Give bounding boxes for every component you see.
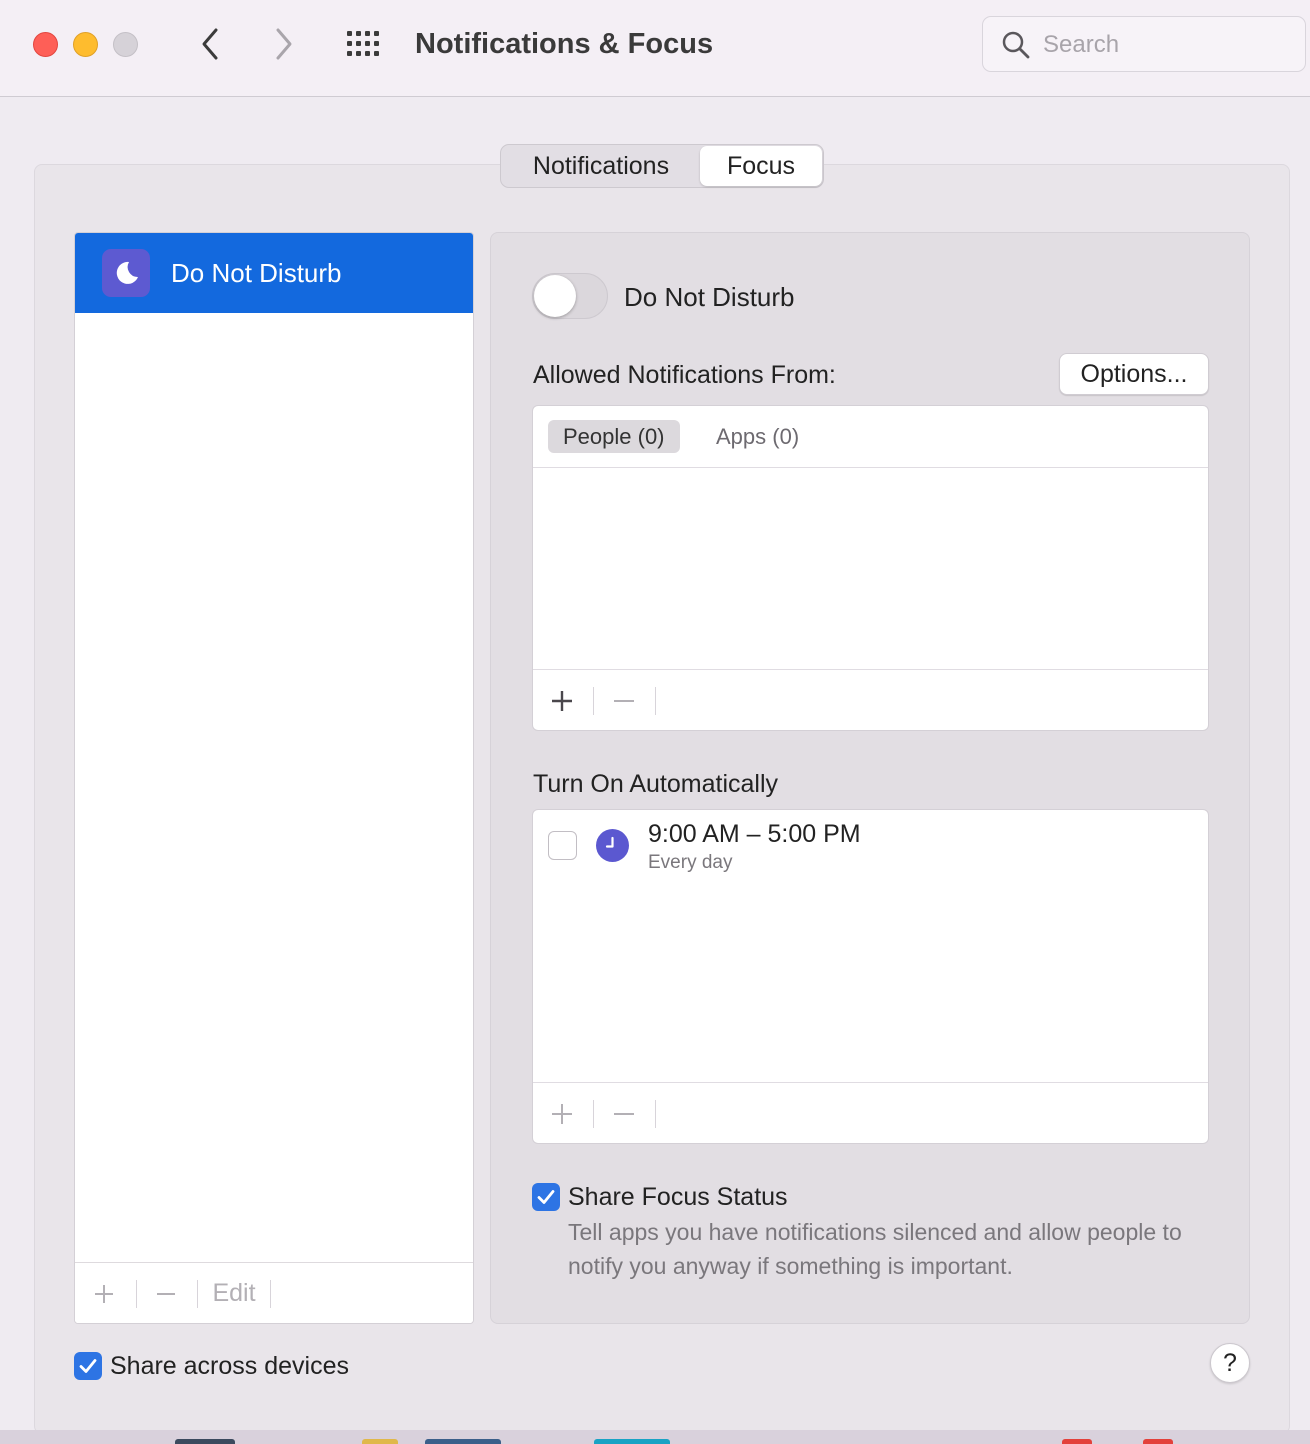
allowed-notifications-label: Allowed Notifications From: bbox=[533, 361, 836, 389]
grid-icon bbox=[347, 31, 379, 56]
focus-list: Do Not Disturb Edit bbox=[74, 232, 474, 1324]
plus-icon bbox=[552, 1103, 572, 1124]
tab-focus[interactable]: Focus bbox=[700, 146, 822, 186]
plus-icon bbox=[552, 690, 572, 711]
clock-icon bbox=[596, 829, 629, 862]
focus-item-do-not-disturb[interactable]: Do Not Disturb bbox=[75, 233, 473, 313]
tab-notifications[interactable]: Notifications bbox=[502, 146, 700, 186]
title-bar: Notifications & Focus bbox=[0, 0, 1310, 97]
toolbar-divider bbox=[136, 1280, 137, 1308]
search-field[interactable] bbox=[982, 16, 1306, 72]
allowed-subtabs: People (0) Apps (0) bbox=[533, 406, 1208, 468]
chevron-right-icon bbox=[276, 28, 292, 60]
remove-focus-button[interactable] bbox=[149, 1263, 183, 1323]
chevron-left-icon bbox=[202, 28, 218, 60]
share-focus-status-description: Tell apps you have notifications silence… bbox=[568, 1219, 1182, 1279]
forward-button[interactable] bbox=[266, 24, 302, 64]
allowed-toolbar bbox=[533, 669, 1208, 730]
help-button[interactable]: ? bbox=[1210, 1343, 1250, 1383]
minus-icon bbox=[614, 699, 634, 702]
window-title: Notifications & Focus bbox=[415, 28, 714, 60]
dock-app-icon[interactable] bbox=[1143, 1439, 1173, 1444]
toolbar-divider bbox=[655, 687, 656, 715]
dock-app-icon[interactable] bbox=[594, 1439, 670, 1444]
zoom-window-button[interactable] bbox=[113, 32, 138, 57]
minimize-window-button[interactable] bbox=[73, 32, 98, 57]
focus-list-toolbar: Edit bbox=[75, 1262, 473, 1323]
clock-hands-icon bbox=[605, 836, 614, 848]
share-focus-status-checkbox[interactable] bbox=[532, 1183, 560, 1211]
remove-allowed-button[interactable] bbox=[607, 670, 641, 730]
add-allowed-button[interactable] bbox=[545, 670, 579, 730]
edit-focus-button[interactable]: Edit bbox=[209, 1263, 259, 1323]
focus-icon-badge bbox=[102, 249, 150, 297]
show-all-button[interactable] bbox=[344, 27, 386, 61]
toolbar-divider bbox=[197, 1280, 198, 1308]
focus-item-label: Do Not Disturb bbox=[171, 258, 342, 288]
search-input[interactable] bbox=[1043, 27, 1283, 63]
options-button[interactable]: Options... bbox=[1059, 353, 1209, 395]
remove-schedule-button[interactable] bbox=[607, 1083, 641, 1143]
schedule-box: 9:00 AM – 5:00 PM Every day bbox=[532, 809, 1209, 1144]
checkmark-icon bbox=[79, 1359, 97, 1373]
subtab-people[interactable]: People (0) bbox=[548, 420, 680, 453]
schedule-days: Every day bbox=[648, 852, 733, 873]
plus-icon bbox=[95, 1284, 113, 1303]
dock-app-icon[interactable] bbox=[175, 1439, 235, 1444]
do-not-disturb-label: Do Not Disturb bbox=[624, 282, 795, 312]
toolbar-divider bbox=[593, 687, 594, 715]
dock-app-icon[interactable] bbox=[1062, 1439, 1092, 1444]
moon-icon bbox=[116, 261, 138, 284]
dock bbox=[0, 1430, 1310, 1444]
add-focus-button[interactable] bbox=[87, 1263, 121, 1323]
subtab-apps[interactable]: Apps (0) bbox=[701, 420, 814, 453]
share-focus-status-label[interactable]: Share Focus Status bbox=[568, 1180, 788, 1214]
toolbar-divider bbox=[270, 1280, 271, 1308]
schedule-enable-checkbox[interactable] bbox=[548, 831, 577, 860]
add-schedule-button[interactable] bbox=[545, 1083, 579, 1143]
toggle-knob bbox=[534, 275, 576, 317]
close-window-button[interactable] bbox=[33, 32, 58, 57]
minus-icon bbox=[157, 1292, 175, 1295]
allowed-notifications-box: People (0) Apps (0) bbox=[532, 405, 1209, 731]
share-across-devices-label[interactable]: Share across devices bbox=[110, 1349, 349, 1383]
dock-app-icon[interactable] bbox=[362, 1439, 398, 1444]
search-icon bbox=[1002, 31, 1030, 59]
toolbar-divider bbox=[655, 1100, 656, 1128]
segmented-control: Notifications Focus bbox=[500, 144, 824, 188]
minus-icon bbox=[614, 1112, 634, 1115]
checkmark-icon bbox=[537, 1190, 555, 1204]
turn-on-automatically-label: Turn On Automatically bbox=[533, 770, 779, 798]
toolbar-divider bbox=[593, 1100, 594, 1128]
schedule-toolbar bbox=[533, 1082, 1208, 1143]
share-across-devices-checkbox[interactable] bbox=[74, 1352, 102, 1380]
schedule-time[interactable]: 9:00 AM – 5:00 PM bbox=[648, 818, 861, 850]
dock-app-icon[interactable] bbox=[425, 1439, 501, 1444]
back-button[interactable] bbox=[192, 24, 228, 64]
do-not-disturb-toggle[interactable] bbox=[532, 273, 608, 319]
